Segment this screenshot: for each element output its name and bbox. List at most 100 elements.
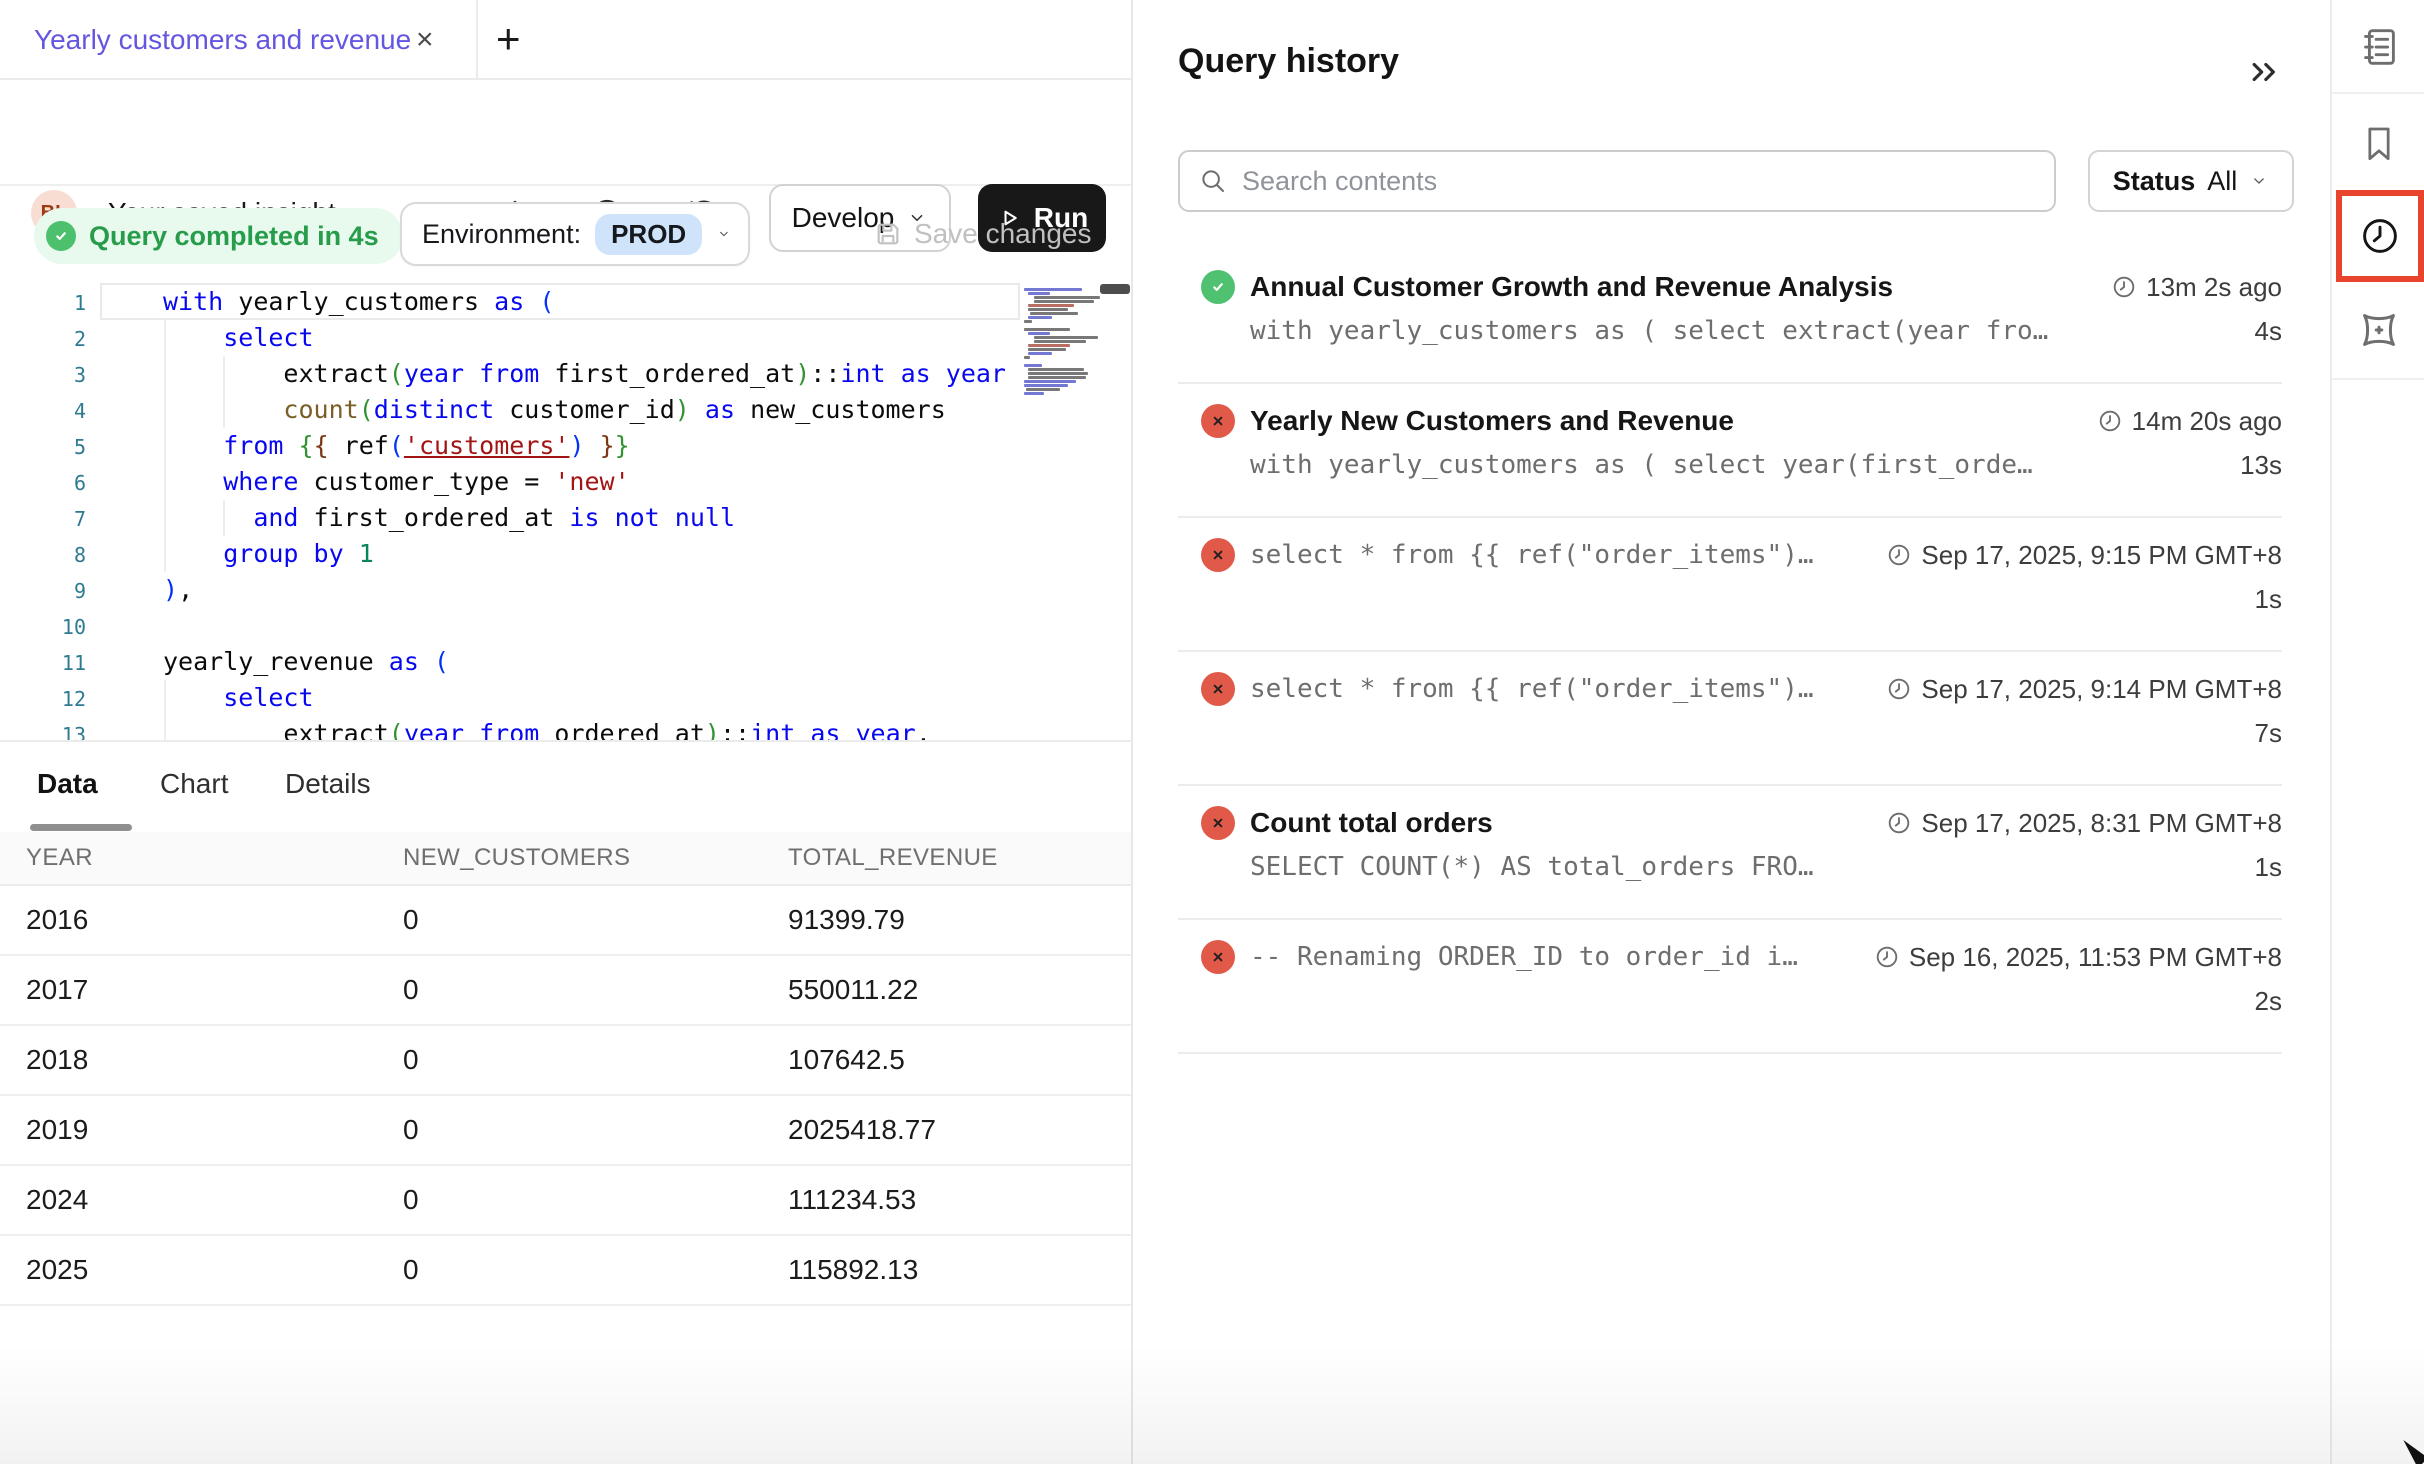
sql-code-editor[interactable]: 1with yearly_customers as (2 select3 ext… [0, 282, 1131, 742]
cell-new-customers: 0 [403, 1254, 788, 1286]
item-query-preview: -- Renaming ORDER_ID to order_id i… [1250, 942, 1798, 972]
environment-label: Environment: [422, 219, 581, 250]
tab-divider [476, 0, 478, 80]
save-changes-label: Save changes [914, 218, 1091, 250]
query-history-item[interactable]: select * from {{ ref("order_items")… Sep … [1178, 518, 2282, 652]
code-line-12[interactable]: 12 select [0, 680, 1131, 716]
query-history-list: Annual Customer Growth and Revenue Analy… [1178, 250, 2282, 1054]
environment-select[interactable]: Environment: PROD [400, 202, 750, 266]
tab-bar: Yearly customers and revenue × + [0, 0, 1131, 80]
query-history-item[interactable]: Count total orders Sep 17, 2025, 8:31 PM … [1178, 786, 2282, 920]
code-text: group by 1 [86, 539, 374, 568]
tab-data[interactable]: Data [37, 742, 98, 826]
clock-icon [2097, 408, 2123, 434]
table-row[interactable]: 2016091399.79 [0, 886, 1131, 956]
results-table-body: 2016091399.7920170550011.2220180107642.5… [0, 886, 1131, 1306]
save-changes-button[interactable]: Save changes [872, 202, 1091, 266]
editor-scrollbar-thumb[interactable] [1100, 284, 1130, 294]
results-tab-bar: Data Chart Details [0, 742, 1131, 832]
query-history-clock-icon-active[interactable] [2336, 190, 2424, 282]
query-status-text: Query completed in 4s [89, 221, 379, 252]
notebook-icon[interactable] [2332, 24, 2424, 70]
code-line-2[interactable]: 2 select [0, 320, 1131, 356]
insight-toolbar: BL Your saved insight Develop [0, 80, 1131, 186]
code-line-9[interactable]: 9), [0, 572, 1131, 608]
active-tab-indicator [30, 824, 132, 831]
query-history-item[interactable]: Annual Customer Growth and Revenue Analy… [1178, 250, 2282, 384]
timestamp-text: Sep 17, 2025, 9:14 PM GMT+8 [1921, 674, 2282, 705]
line-number: 10 [0, 609, 86, 645]
line-number: 5 [0, 429, 86, 465]
bookmark-icon[interactable] [2332, 122, 2424, 166]
clock-icon [1886, 542, 1912, 568]
item-query-preview: with yearly_customers as ( select year(f… [1250, 450, 2033, 480]
check-circle-icon [46, 221, 76, 251]
clock-icon [2111, 274, 2137, 300]
timestamp-text: 14m 20s ago [2132, 406, 2282, 437]
code-line-13[interactable]: 13 extract(year from ordered_at)::int as… [0, 716, 1131, 742]
cell-new-customers: 0 [403, 1184, 788, 1216]
status-filter-value: All [2207, 166, 2237, 197]
results-table-header: YEAR NEW_CUSTOMERS TOTAL_REVENUE [0, 832, 1131, 886]
table-row[interactable]: 20170550011.22 [0, 956, 1131, 1026]
cell-total-revenue: 115892.13 [788, 1254, 1131, 1286]
editor-panel: Yearly customers and revenue × + BL Your… [0, 0, 1131, 1464]
error-x-icon [1201, 538, 1235, 572]
code-line-8[interactable]: 8 group by 1 [0, 536, 1131, 572]
code-line-5[interactable]: 5 from {{ ref('customers') }} [0, 428, 1131, 464]
item-query-preview: select * from {{ ref("order_items")… [1250, 540, 1814, 570]
explore-icon[interactable] [2332, 306, 2424, 354]
item-query-preview: SELECT COUNT(*) AS total_orders FRO… [1250, 852, 1814, 882]
query-history-item[interactable]: -- Renaming ORDER_ID to order_id i… Sep 1… [1178, 920, 2282, 1054]
code-line-1[interactable]: 1with yearly_customers as ( [0, 284, 1131, 320]
code-text: extract(year from ordered_at)::int as ye… [86, 719, 931, 742]
clock-icon [1886, 676, 1912, 702]
minimap[interactable] [1024, 288, 1096, 396]
item-title: Count total orders [1250, 807, 1493, 839]
timestamp-text: Sep 17, 2025, 9:15 PM GMT+8 [1921, 540, 2282, 571]
search-icon [1198, 166, 1228, 196]
query-history-panel: Query history Status All Annual Customer… [1133, 0, 2330, 1464]
status-filter-dropdown[interactable]: Status All [2088, 150, 2294, 212]
cell-year: 2024 [26, 1184, 403, 1216]
tab-yearly-customers-and-revenue[interactable]: Yearly customers and revenue [34, 0, 411, 80]
item-duration: 13s [2240, 450, 2282, 481]
status-filter-label: Status [2113, 166, 2196, 197]
chevron-down-icon [2249, 171, 2269, 191]
search-box[interactable] [1178, 150, 2056, 212]
tab-chart[interactable]: Chart [160, 742, 228, 826]
table-row[interactable]: 201902025418.77 [0, 1096, 1131, 1166]
collapse-panel-icon[interactable] [2245, 52, 2285, 92]
code-line-6[interactable]: 6 where customer_type = 'new' [0, 464, 1131, 500]
timestamp-text: Sep 16, 2025, 11:53 PM GMT+8 [1909, 942, 2282, 973]
item-duration: 1s [2255, 852, 2282, 883]
code-line-7[interactable]: 7 and first_ordered_at is not null [0, 500, 1131, 536]
timestamp: Sep 17, 2025, 8:31 PM GMT+8 [1886, 808, 2282, 839]
status-bar: Query completed in 4s Environment: PROD … [0, 186, 1131, 282]
table-row[interactable]: 20250115892.13 [0, 1236, 1131, 1306]
table-row[interactable]: 20240111234.53 [0, 1166, 1131, 1236]
item-duration: 4s [2255, 316, 2282, 347]
new-tab-button[interactable]: + [496, 0, 521, 78]
code-line-3[interactable]: 3 extract(year from first_ordered_at)::i… [0, 356, 1131, 392]
code-line-10[interactable]: 10 [0, 608, 1131, 644]
app-window: Yearly customers and revenue × + BL Your… [0, 0, 2424, 1464]
item-query-preview: select * from {{ ref("order_items")… [1250, 674, 1814, 704]
tab-details[interactable]: Details [285, 742, 371, 826]
query-history-item[interactable]: select * from {{ ref("order_items")… Sep … [1178, 652, 2282, 786]
cell-year: 2025 [26, 1254, 403, 1286]
tab-close-icon[interactable]: × [416, 0, 434, 80]
cell-total-revenue: 107642.5 [788, 1044, 1131, 1076]
error-x-icon [1201, 806, 1235, 840]
code-line-11[interactable]: 11yearly_revenue as ( [0, 644, 1131, 680]
col-new-customers: NEW_CUSTOMERS [403, 844, 788, 872]
table-row[interactable]: 20180107642.5 [0, 1026, 1131, 1096]
cell-year: 2017 [26, 974, 403, 1006]
cell-year: 2018 [26, 1044, 403, 1076]
search-input[interactable] [1242, 166, 2036, 197]
rail-separator [2332, 378, 2424, 380]
cell-new-customers: 0 [403, 904, 788, 936]
cell-total-revenue: 91399.79 [788, 904, 1131, 936]
code-line-4[interactable]: 4 count(distinct customer_id) as new_cus… [0, 392, 1131, 428]
query-history-item[interactable]: Yearly New Customers and Revenue14m 20s … [1178, 384, 2282, 518]
